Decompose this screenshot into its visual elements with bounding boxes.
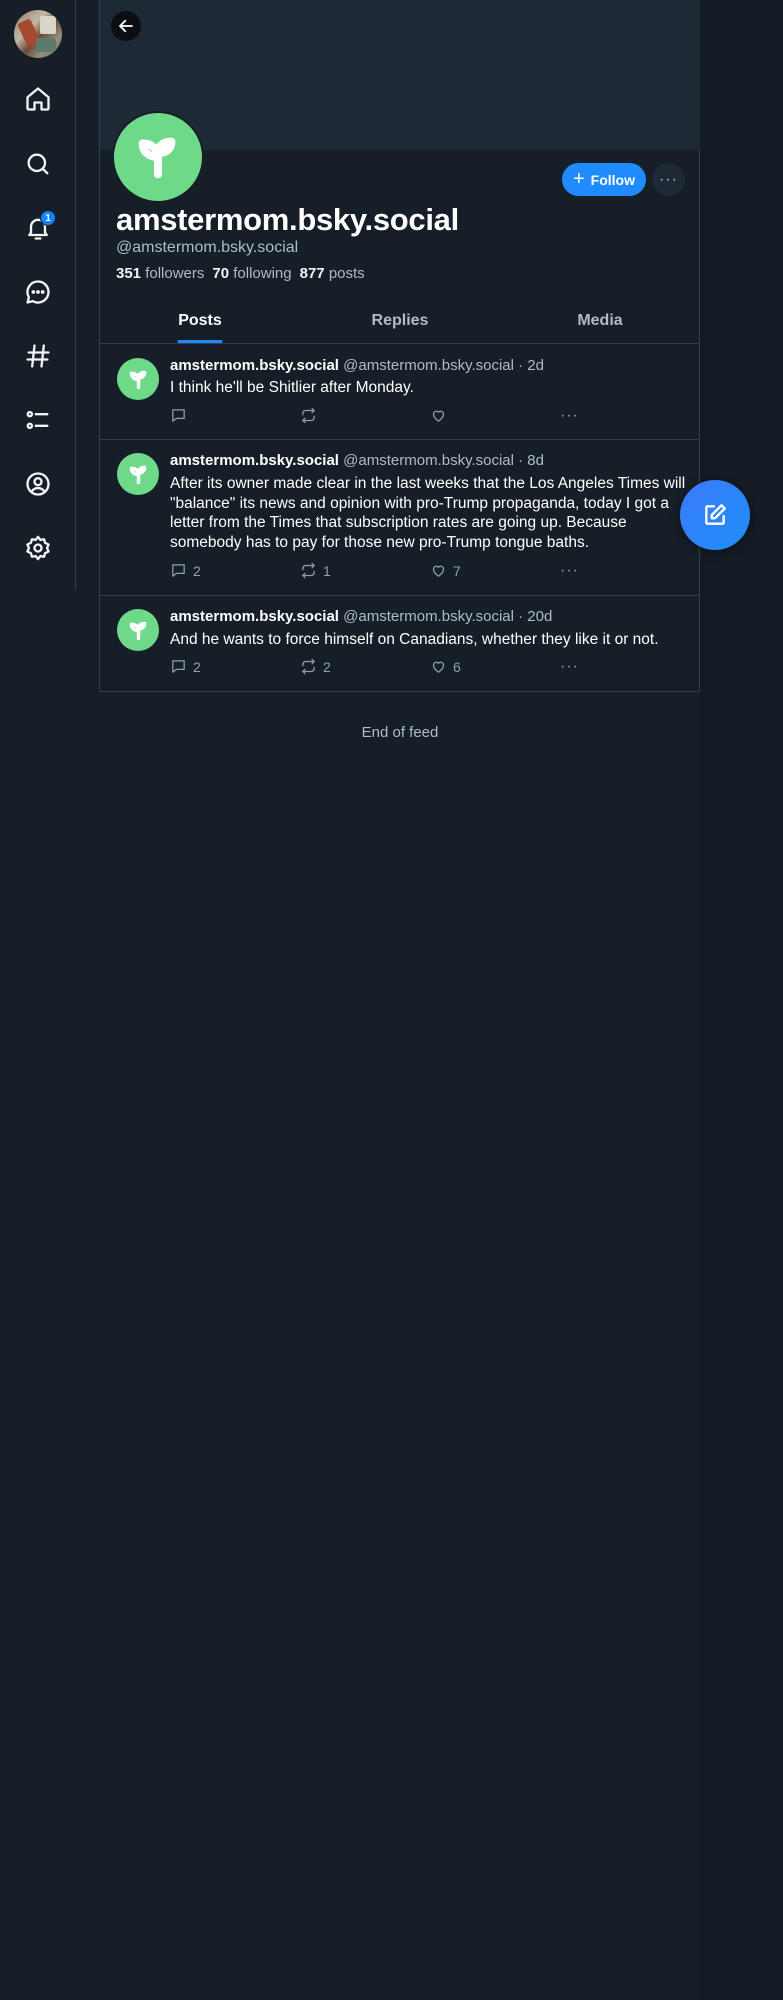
arrow-left-icon <box>119 19 133 33</box>
follow-label: Follow <box>590 171 635 188</box>
post-actions: 2 2 6 ··· <box>170 658 690 678</box>
profile-tabs: Posts Replies Media <box>100 298 700 344</box>
profile-icon <box>26 472 50 496</box>
tab-replies[interactable]: Replies <box>300 298 500 343</box>
compose-button[interactable] <box>680 480 750 550</box>
search-icon <box>27 153 49 175</box>
post-more-button[interactable]: ··· <box>560 407 579 425</box>
list-icon <box>26 410 49 430</box>
following-stat[interactable]: 70 following <box>212 265 291 282</box>
post-text: I think he'll be Shitlier after Monday. <box>170 379 414 396</box>
sprout-icon <box>129 621 146 640</box>
end-of-feed-label: End of feed <box>361 724 439 741</box>
profile-avatar[interactable] <box>112 111 204 203</box>
sidebar-item-chat[interactable] <box>18 272 58 312</box>
left-sidebar: 1 <box>0 0 76 590</box>
profile-stats: 351 followers 70 following 877 posts <box>116 265 365 282</box>
post-author-name[interactable]: amstermom.bsky.social <box>170 357 339 374</box>
profile-more-button[interactable]: ··· <box>652 163 685 196</box>
feed-post[interactable]: amstermom.bsky.social @amstermom.bsky.so… <box>100 596 700 692</box>
sprout-icon <box>129 370 146 389</box>
back-button[interactable] <box>111 11 141 41</box>
heart-icon <box>432 661 445 673</box>
tab-posts[interactable]: Posts <box>100 298 300 343</box>
post-text: After its owner made clear in the last w… <box>170 475 686 551</box>
post-meta: amstermom.bsky.social @amstermom.bsky.so… <box>170 608 552 625</box>
notification-badge: 1 <box>40 210 56 226</box>
post-meta: amstermom.bsky.social @amstermom.bsky.so… <box>170 357 544 374</box>
sidebar-item-search[interactable] <box>18 144 58 184</box>
follow-button[interactable]: + Follow <box>562 163 646 196</box>
post-author-avatar[interactable] <box>117 609 159 651</box>
profile-handle: @amstermom.bsky.social <box>116 239 299 256</box>
reply-button[interactable]: 2 <box>170 562 201 579</box>
post-author-avatar[interactable] <box>117 453 159 495</box>
repost-button[interactable]: 2 <box>300 658 331 675</box>
comment-icon <box>172 409 185 422</box>
sidebar-item-profile[interactable] <box>18 464 58 504</box>
reply-button[interactable] <box>170 407 193 424</box>
sprout-icon <box>129 465 146 484</box>
chat-icon <box>26 280 50 304</box>
like-button[interactable]: 7 <box>430 562 461 579</box>
sidebar-item-feeds[interactable] <box>18 336 58 376</box>
post-actions: ··· <box>170 407 690 427</box>
comment-icon <box>172 660 185 673</box>
post-actions: 2 1 7 ··· <box>170 562 690 582</box>
like-button[interactable] <box>430 407 453 424</box>
repost-button[interactable] <box>300 407 323 424</box>
current-user-avatar[interactable] <box>14 10 62 58</box>
sidebar-item-settings[interactable] <box>18 528 58 568</box>
post-author-name[interactable]: amstermom.bsky.social <box>170 608 339 625</box>
sidebar-item-lists[interactable] <box>18 400 58 440</box>
like-button[interactable]: 6 <box>430 658 461 675</box>
repost-icon <box>302 407 315 424</box>
feed-post[interactable]: amstermom.bsky.social @amstermom.bsky.so… <box>100 345 700 440</box>
followers-stat[interactable]: 351 followers <box>116 265 204 282</box>
tab-media[interactable]: Media <box>500 298 700 343</box>
posts-stat: 877 posts <box>299 265 365 282</box>
heart-icon <box>432 565 445 577</box>
feed-post[interactable]: amstermom.bsky.social @amstermom.bsky.so… <box>100 440 700 596</box>
repost-icon <box>302 562 315 579</box>
post-handle-time: @amstermom.bsky.social · 20d <box>343 608 553 625</box>
post-meta: amstermom.bsky.social @amstermom.bsky.so… <box>170 452 544 469</box>
repost-icon <box>302 658 315 675</box>
plus-icon: + <box>572 167 585 190</box>
comment-icon <box>172 564 185 577</box>
post-author-name[interactable]: amstermom.bsky.social <box>170 452 339 469</box>
compose-icon <box>705 504 726 525</box>
profile-column: + Follow ··· amstermom.bsky.social @amst… <box>99 0 700 692</box>
sprout-icon <box>138 137 176 179</box>
post-author-avatar[interactable] <box>117 358 159 400</box>
reply-button[interactable]: 2 <box>170 658 201 675</box>
heart-icon <box>432 410 445 422</box>
active-tab-indicator <box>177 340 223 343</box>
profile-display-name: amstermom.bsky.social <box>116 202 459 237</box>
post-more-button[interactable]: ··· <box>560 658 579 676</box>
post-text: And he wants to force himself on Canadia… <box>170 631 659 648</box>
post-more-button[interactable]: ··· <box>560 562 579 580</box>
home-icon <box>26 87 50 111</box>
sidebar-item-notifications[interactable]: 1 <box>18 208 58 248</box>
gear-icon <box>26 535 50 561</box>
profile-page: 1 + Follow ··· amstermom.bsky.social @am… <box>0 0 783 2000</box>
hashtag-icon <box>26 344 50 368</box>
repost-button[interactable]: 1 <box>300 562 331 579</box>
right-gutter <box>700 0 783 2000</box>
post-handle-time: @amstermom.bsky.social · 2d <box>343 357 544 374</box>
sidebar-item-home[interactable] <box>18 79 58 119</box>
post-handle-time: @amstermom.bsky.social · 8d <box>343 452 544 469</box>
